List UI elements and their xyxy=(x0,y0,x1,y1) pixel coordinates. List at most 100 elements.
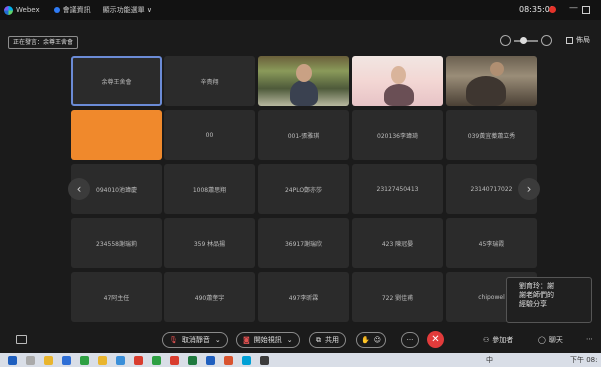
layout-button[interactable]: 佈局 xyxy=(566,35,590,45)
zoom-out-icon[interactable] xyxy=(500,35,511,46)
chat-notification-line: 劉育玲：謝 xyxy=(519,282,554,290)
participant-tile[interactable]: 020136李瑋琦 xyxy=(352,110,443,160)
participant-tile[interactable]: 辛貴翔 xyxy=(164,56,255,106)
participant-name: 722 劉佳甫 xyxy=(381,294,414,302)
menu-toggle[interactable]: 顯示功能選單 ∨ xyxy=(103,5,152,15)
participant-name: 余尊王舍會 xyxy=(101,78,132,86)
start-video-button[interactable]: ◙ 開始視訊 ⌄ xyxy=(236,332,300,348)
participant-name: 001-張雅琪 xyxy=(287,132,320,140)
chat-notification-line: 經驗分享 xyxy=(519,300,547,308)
participant-tile[interactable]: 722 劉佳甫 xyxy=(352,272,443,322)
participant-tile[interactable]: 001-張雅琪 xyxy=(258,110,349,160)
participant-tile[interactable] xyxy=(258,56,349,106)
chevron-down-icon[interactable]: ⌄ xyxy=(215,336,221,344)
chevron-down-icon[interactable]: ⌄ xyxy=(287,336,293,344)
app-icon[interactable] xyxy=(62,356,71,365)
webex-logo-icon xyxy=(4,5,13,15)
search-icon[interactable] xyxy=(26,356,35,365)
participant-tile[interactable]: 23127450413 xyxy=(352,164,443,214)
app-brand: Webex xyxy=(4,5,40,15)
participant-tile[interactable]: 36917謝瑞欣 xyxy=(258,218,349,268)
zoom-control[interactable] xyxy=(500,35,552,46)
participant-name: 497李昕霖 xyxy=(288,294,319,302)
excel-icon[interactable] xyxy=(188,356,197,365)
participant-tile[interactable]: 24PLO鄭亦莎 xyxy=(258,164,349,214)
file-explorer-icon[interactable] xyxy=(44,356,53,365)
maximize-icon[interactable] xyxy=(582,6,590,14)
unmute-button[interactable]: 🎙 取消靜音 ⌄ xyxy=(162,332,228,348)
participant-tile[interactable]: 490蕭奎宇 xyxy=(164,272,255,322)
taskbar-clock: 下午 08: xyxy=(570,356,598,364)
grid-icon xyxy=(566,36,573,44)
participant-name: 039黃宜蓁蕭立秀 xyxy=(467,132,516,140)
raise-hand-icon: ✋ xyxy=(361,336,370,344)
participant-name: 020136李瑋琦 xyxy=(377,132,418,140)
participant-name: 094010池瑋慶 xyxy=(96,186,137,194)
participant-name: 1008蕭思翔 xyxy=(192,186,227,194)
participant-tile[interactable]: 359 林品揚 xyxy=(164,218,255,268)
participant-tile[interactable]: 423 陳冠晏 xyxy=(352,218,443,268)
windows-start-icon[interactable] xyxy=(8,356,17,365)
app-icon[interactable] xyxy=(260,356,269,365)
word-icon[interactable] xyxy=(206,356,215,365)
participant-tile[interactable]: 00 xyxy=(164,110,255,160)
zoom-slider[interactable] xyxy=(514,36,538,44)
more-icon[interactable]: ⋯ xyxy=(586,335,593,343)
share-button[interactable]: ⧉ 共用 xyxy=(309,332,346,348)
meeting-info-button[interactable]: 會議資訊 xyxy=(53,5,91,15)
video-off-icon: ◙ xyxy=(243,336,250,344)
participant-tile[interactable]: 497李昕霖 xyxy=(258,272,349,322)
video-person xyxy=(290,80,318,106)
next-page-button[interactable]: › xyxy=(518,178,540,200)
chat-notification-line: 謝老師們的 xyxy=(519,291,554,299)
start-video-label: 開始視訊 xyxy=(253,336,282,344)
participant-tile[interactable]: 45李瑞霞 xyxy=(446,218,537,268)
app-icon[interactable] xyxy=(170,356,179,365)
shield-icon xyxy=(53,7,60,13)
share-icon: ⧉ xyxy=(316,335,321,344)
participant-name: 00 xyxy=(205,131,214,139)
ime-indicator[interactable]: 中 xyxy=(486,355,493,365)
participant-tile[interactable] xyxy=(446,56,537,106)
app-icon[interactable] xyxy=(116,356,125,365)
webex-taskbar-icon[interactable] xyxy=(242,356,251,365)
end-call-button[interactable]: ✕ xyxy=(427,331,444,348)
unmute-label: 取消靜音 xyxy=(181,336,210,344)
folder-icon[interactable] xyxy=(98,356,107,365)
participant-name: chipowel xyxy=(478,293,505,301)
layout-label: 佈局 xyxy=(576,36,590,44)
participant-tile[interactable]: 47阿主任 xyxy=(71,272,162,322)
chat-notification[interactable]: 劉育玲：謝 謝老師們的 經驗分享 xyxy=(506,277,592,323)
video-person-head xyxy=(391,66,406,84)
chat-button[interactable]: ◯ 聊天 xyxy=(538,335,563,345)
os-taskbar: 中 下午 08: xyxy=(0,353,601,367)
more-options-button[interactable]: ··· xyxy=(401,332,419,348)
participant-tile[interactable]: 234558謝瑞莉 xyxy=(71,218,162,268)
participant-tile[interactable]: 039黃宜蓁蕭立秀 xyxy=(446,110,537,160)
video-person xyxy=(466,76,506,106)
participant-tile[interactable]: 余尊王舍會 xyxy=(71,56,162,106)
participants-button[interactable]: ⚇ 參加者 xyxy=(483,335,513,345)
prev-page-button[interactable]: ‹ xyxy=(68,178,90,200)
participant-name: 45李瑞霞 xyxy=(478,240,505,248)
participant-name: 辛貴翔 xyxy=(200,78,219,86)
chrome-icon[interactable] xyxy=(134,356,143,365)
participant-tile[interactable] xyxy=(352,56,443,106)
app-name: Webex xyxy=(16,6,40,14)
app-icon[interactable] xyxy=(80,356,89,365)
active-speaker-indicator[interactable]: 正在發言：余尊王舍會 xyxy=(8,36,79,49)
emoji-icon[interactable]: ☺ xyxy=(374,336,381,344)
participant-tile[interactable] xyxy=(71,110,162,160)
powerpoint-icon[interactable] xyxy=(224,356,233,365)
recording-icon[interactable] xyxy=(549,6,556,13)
zoom-in-icon[interactable] xyxy=(541,35,552,46)
participant-name: 490蕭奎宇 xyxy=(194,294,225,302)
chat-label: 聊天 xyxy=(548,336,563,344)
participant-name: 359 林品揚 xyxy=(193,240,226,248)
participant-name: 423 陳冠晏 xyxy=(381,240,414,248)
participants-label: 參加者 xyxy=(492,336,514,344)
reactions-button[interactable]: ✋ ☺ xyxy=(356,332,387,348)
participant-tile[interactable]: 1008蕭思翔 xyxy=(164,164,255,214)
minimize-icon[interactable]: — xyxy=(569,3,578,13)
app-icon[interactable] xyxy=(152,356,161,365)
